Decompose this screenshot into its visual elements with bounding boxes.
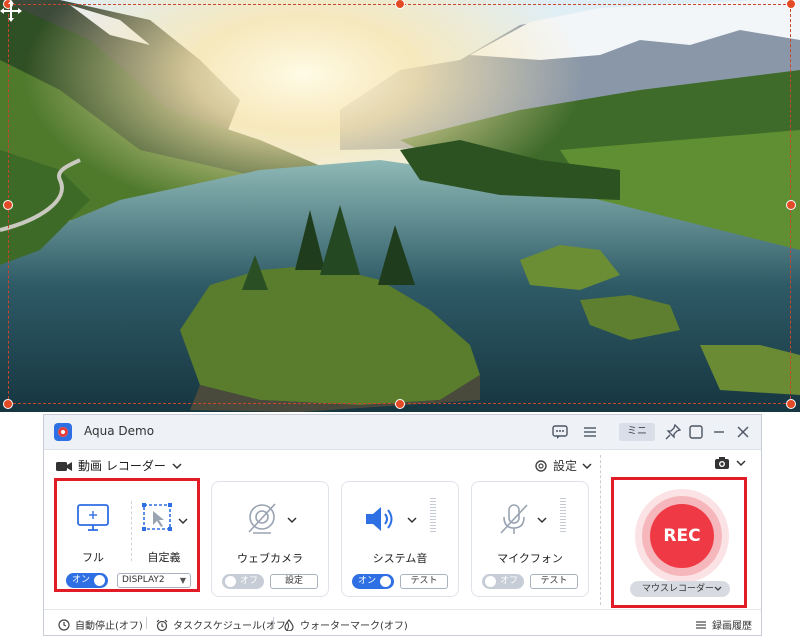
settings-label: 設定 xyxy=(553,459,578,473)
landscape-image xyxy=(0,0,800,412)
microphone-card: マイクフォン オフ テスト xyxy=(471,481,589,597)
resize-handle-left[interactable] xyxy=(3,200,13,210)
system-audio-toggle-label: オン xyxy=(358,576,377,586)
recorder-window: Aqua Demo ミニ 動画 レコーダー 設定 フル 自定義 オン DISPL… xyxy=(43,414,762,636)
system-audio-level-meter[interactable] xyxy=(430,498,436,532)
gear-icon xyxy=(535,459,547,472)
display-card: フル 自定義 オン DISPLAY2 ▼ xyxy=(56,481,198,597)
mouse-recorder-label: マウスレコーダー xyxy=(642,584,715,594)
webcam-off-icon[interactable] xyxy=(245,502,279,536)
chevron-down-icon xyxy=(736,460,746,467)
recorder-mode-label: 動画 レコーダー xyxy=(78,459,166,473)
chevron-down-icon xyxy=(172,462,182,469)
full-label: フル xyxy=(82,551,104,564)
mouse-recorder-dropdown[interactable]: マウスレコーダー xyxy=(630,581,730,597)
watermark-label: ウォーターマーク(オフ) xyxy=(300,621,408,632)
video-camera-icon xyxy=(56,461,72,471)
rec-button[interactable]: REC xyxy=(650,504,714,568)
custom-label: 自定義 xyxy=(147,551,181,564)
watermark-item[interactable]: ウォーターマーク(オフ) xyxy=(283,617,408,632)
alarm-clock-icon xyxy=(156,619,168,631)
chevron-down-icon[interactable] xyxy=(177,515,189,527)
resize-handle-right[interactable] xyxy=(786,200,796,210)
microphone-toggle-label: オフ xyxy=(500,576,519,586)
display-toggle-label: オン xyxy=(72,575,91,585)
move-cross-icon[interactable] xyxy=(0,0,22,22)
full-screen-icon[interactable] xyxy=(76,503,110,533)
microphone-off-icon[interactable] xyxy=(498,502,530,536)
chevron-down-icon[interactable] xyxy=(286,514,298,526)
pin-icon[interactable] xyxy=(664,423,682,441)
settings-dropdown[interactable]: 設定 xyxy=(534,457,592,474)
webcam-card: ウェブカメラ オフ 設定 xyxy=(211,481,329,597)
webcam-label: ウェブカメラ xyxy=(237,552,303,565)
custom-region-icon[interactable] xyxy=(142,503,176,533)
recording-history-item[interactable]: 録画履歴 xyxy=(695,617,752,632)
microphone-toggle[interactable]: オフ xyxy=(482,574,524,589)
system-audio-test-button[interactable]: テスト xyxy=(400,574,448,589)
chevron-down-icon[interactable] xyxy=(406,514,418,526)
status-separator xyxy=(146,617,147,629)
system-audio-label: システム音 xyxy=(372,552,428,565)
microphone-test-button[interactable]: テスト xyxy=(530,574,578,589)
section-divider xyxy=(600,455,601,605)
system-audio-toggle[interactable]: オン xyxy=(352,574,394,589)
chevron-down-icon xyxy=(582,462,592,469)
status-bar: 自動停止(オフ) タスクスケジュール(オフ) ウォーターマーク(オフ) 録画履歴 xyxy=(44,609,761,636)
list-icon xyxy=(696,620,706,629)
status-separator xyxy=(273,617,274,629)
card-divider xyxy=(131,501,132,561)
system-audio-card: システム音 オン テスト xyxy=(341,481,459,597)
recording-history-label: 録画履歴 xyxy=(712,621,752,632)
chevron-down-icon[interactable] xyxy=(536,514,548,526)
resize-handle-bottom[interactable] xyxy=(395,399,405,409)
resize-handle-bottom-right[interactable] xyxy=(786,399,796,409)
mini-mode-button[interactable]: ミニ xyxy=(619,423,655,441)
auto-stop-item[interactable]: 自動停止(オフ) xyxy=(58,617,143,632)
camera-icon xyxy=(715,457,729,469)
options-bar: 動画 レコーダー 設定 xyxy=(44,453,761,475)
menu-icon[interactable] xyxy=(581,423,599,441)
screenshot-dropdown[interactable] xyxy=(714,456,746,470)
app-title: Aqua Demo xyxy=(84,424,155,438)
display-select[interactable]: DISPLAY2 ▼ xyxy=(117,573,191,588)
close-icon[interactable] xyxy=(734,423,752,441)
water-drop-icon xyxy=(284,618,294,631)
speaker-icon[interactable] xyxy=(364,504,398,534)
chevron-down-icon xyxy=(714,586,722,591)
minimize-icon[interactable] xyxy=(710,423,728,441)
webcam-toggle-label: オフ xyxy=(240,576,259,586)
display-toggle[interactable]: オン xyxy=(66,573,108,588)
capture-area[interactable] xyxy=(0,0,800,412)
display-select-value: DISPLAY2 xyxy=(122,575,165,585)
webcam-toggle[interactable]: オフ xyxy=(222,574,264,589)
restore-icon[interactable] xyxy=(687,423,705,441)
microphone-level-meter[interactable] xyxy=(560,498,566,532)
webcam-settings-button[interactable]: 設定 xyxy=(270,574,318,589)
microphone-label: マイクフォン xyxy=(497,552,563,565)
clock-icon xyxy=(58,618,70,631)
title-bar[interactable]: Aqua Demo ミニ xyxy=(44,415,761,450)
chat-icon[interactable] xyxy=(551,423,569,441)
resize-handle-bottom-left[interactable] xyxy=(3,399,13,409)
auto-stop-label: 自動停止(オフ) xyxy=(75,621,143,632)
app-logo-icon xyxy=(54,423,72,441)
task-schedule-item[interactable]: タスクスケジュール(オフ) xyxy=(156,617,290,632)
recorder-mode-dropdown[interactable]: 動画 レコーダー xyxy=(56,457,182,474)
